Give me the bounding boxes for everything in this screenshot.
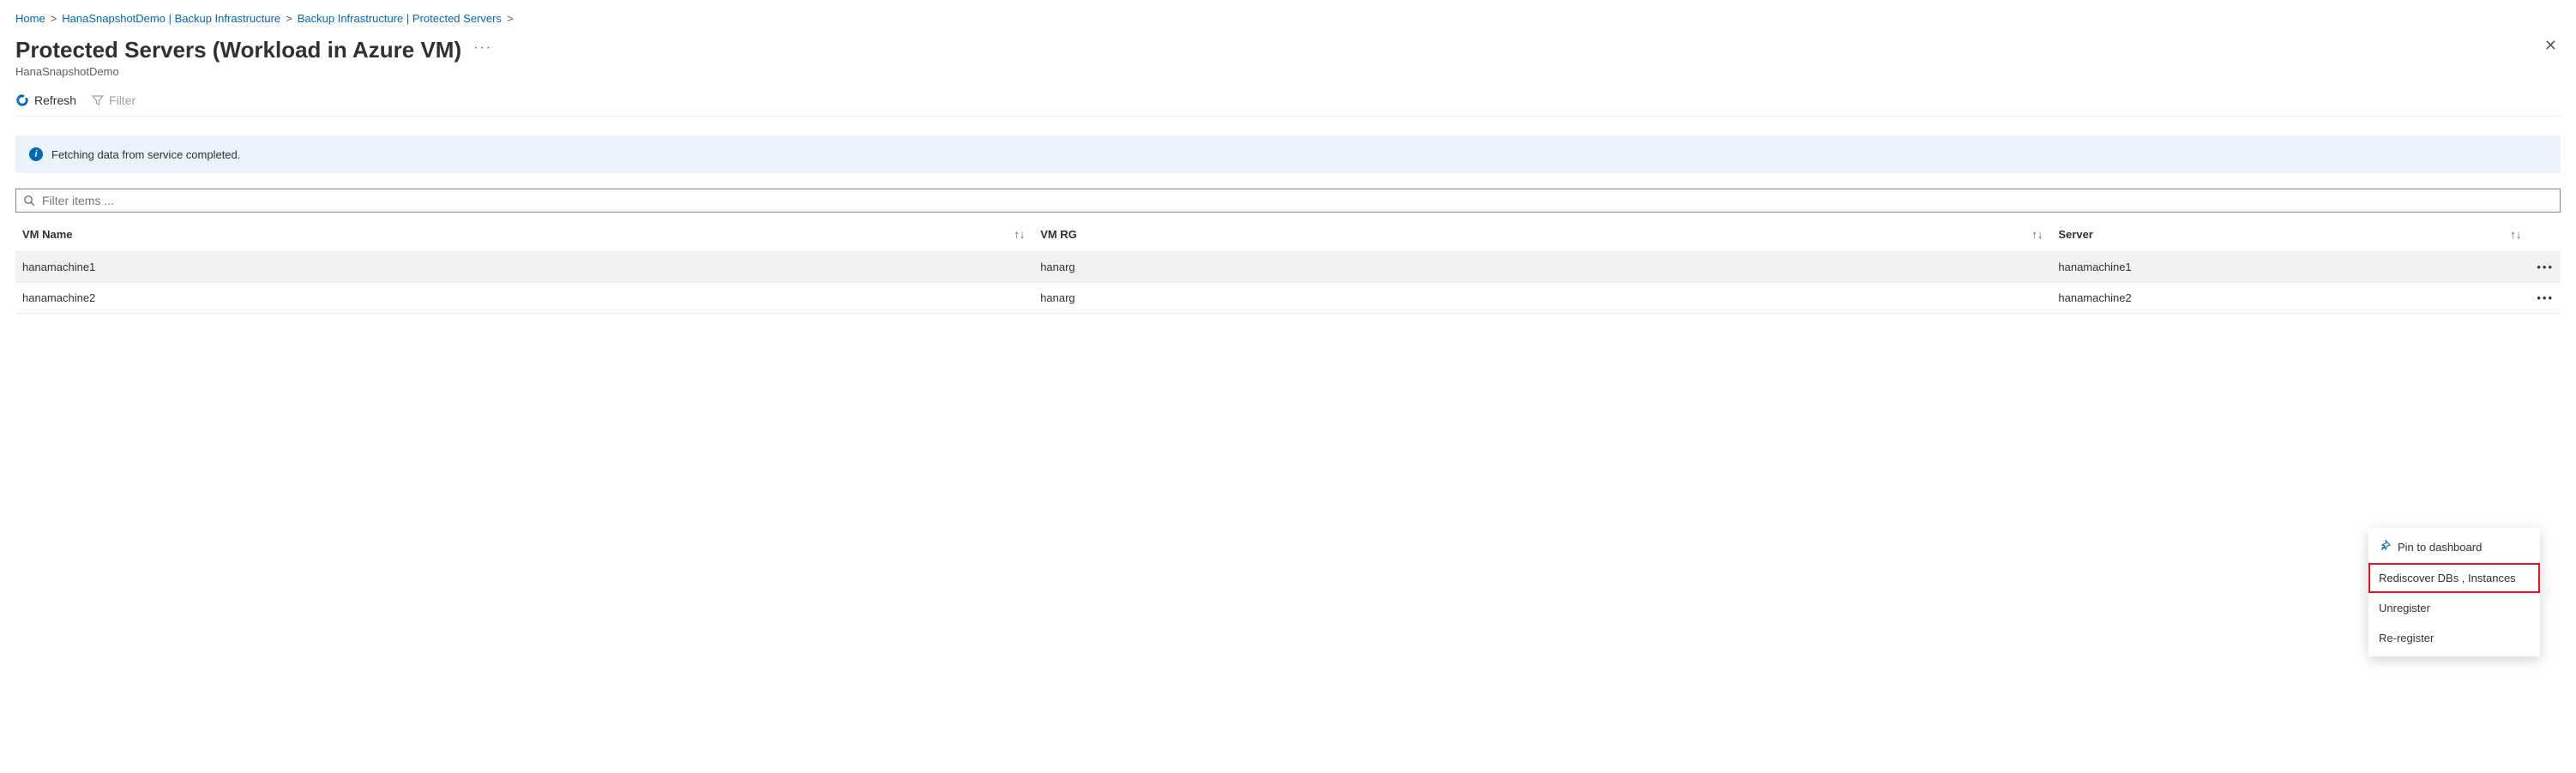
col-label: Server <box>2058 228 2092 241</box>
info-text: Fetching data from service completed. <box>51 148 240 161</box>
row-context-menu: Pin to dashboard Rediscover DBs , Instan… <box>2368 528 2540 656</box>
menu-label: Rediscover DBs , Instances <box>2379 572 2516 584</box>
crumb-vault[interactable]: HanaSnapshotDemo | Backup Infrastructure <box>62 12 280 25</box>
menu-re-register[interactable]: Re-register <box>2368 623 2540 653</box>
crumb-infra[interactable]: Backup Infrastructure | Protected Server… <box>298 12 502 25</box>
breadcrumb-sep: > <box>507 12 514 25</box>
menu-pin-to-dashboard[interactable]: Pin to dashboard <box>2368 531 2540 563</box>
pin-icon <box>2379 540 2391 554</box>
row-more-button[interactable]: ••• <box>2530 252 2561 283</box>
page-subtitle: HanaSnapshotDemo <box>15 65 2561 78</box>
search-icon <box>23 195 35 207</box>
command-bar: Refresh Filter <box>15 93 2561 117</box>
page-title: Protected Servers (Workload in Azure VM) <box>15 37 461 63</box>
menu-label: Pin to dashboard <box>2398 541 2482 554</box>
table-row[interactable]: hanamachine2 hanarg hanamachine2 ••• <box>15 283 2561 314</box>
filter-icon <box>92 94 104 106</box>
refresh-button[interactable]: Refresh <box>15 93 76 107</box>
sort-icon[interactable]: ↑↓ <box>2510 228 2521 241</box>
menu-label: Unregister <box>2379 602 2430 614</box>
more-actions-button[interactable]: ··· <box>473 40 492 56</box>
refresh-label: Refresh <box>34 93 76 107</box>
row-more-button[interactable]: ••• <box>2530 283 2561 314</box>
breadcrumb-sep: > <box>51 12 57 25</box>
col-label: VM RG <box>1040 228 1077 241</box>
filter-label: Filter <box>109 93 135 107</box>
cell-vm-rg: hanarg <box>1033 283 2051 314</box>
col-vm-rg[interactable]: VM RG ↑↓ <box>1033 219 2051 252</box>
menu-unregister[interactable]: Unregister <box>2368 593 2540 623</box>
col-vm-name[interactable]: VM Name ↑↓ <box>15 219 1033 252</box>
table-row[interactable]: hanamachine1 hanarg hanamachine1 ••• <box>15 252 2561 283</box>
breadcrumb: Home > HanaSnapshotDemo | Backup Infrast… <box>15 0 2561 32</box>
filter-button[interactable]: Filter <box>92 93 135 107</box>
info-icon: i <box>29 147 43 161</box>
cell-server: hanamachine2 <box>2051 283 2530 314</box>
cell-vm-name: hanamachine2 <box>15 283 1033 314</box>
close-button[interactable]: ✕ <box>2541 32 2561 55</box>
filter-items-input[interactable] <box>40 193 2553 208</box>
cell-vm-rg: hanarg <box>1033 252 2051 283</box>
sort-icon[interactable]: ↑↓ <box>1014 228 1025 241</box>
menu-rediscover-dbs[interactable]: Rediscover DBs , Instances <box>2368 563 2540 593</box>
protected-servers-table: VM Name ↑↓ VM RG ↑↓ Server ↑↓ hanamachin… <box>15 219 2561 314</box>
breadcrumb-sep: > <box>286 12 292 25</box>
cell-server: hanamachine1 <box>2051 252 2530 283</box>
crumb-home[interactable]: Home <box>15 12 45 25</box>
col-label: VM Name <box>22 228 73 241</box>
refresh-icon <box>15 93 29 107</box>
sort-icon[interactable]: ↑↓ <box>2031 228 2043 241</box>
col-server[interactable]: Server ↑↓ <box>2051 219 2530 252</box>
filter-items-box[interactable] <box>15 189 2561 213</box>
menu-label: Re-register <box>2379 632 2434 644</box>
cell-vm-name: hanamachine1 <box>15 252 1033 283</box>
info-banner: i Fetching data from service completed. <box>15 135 2561 173</box>
